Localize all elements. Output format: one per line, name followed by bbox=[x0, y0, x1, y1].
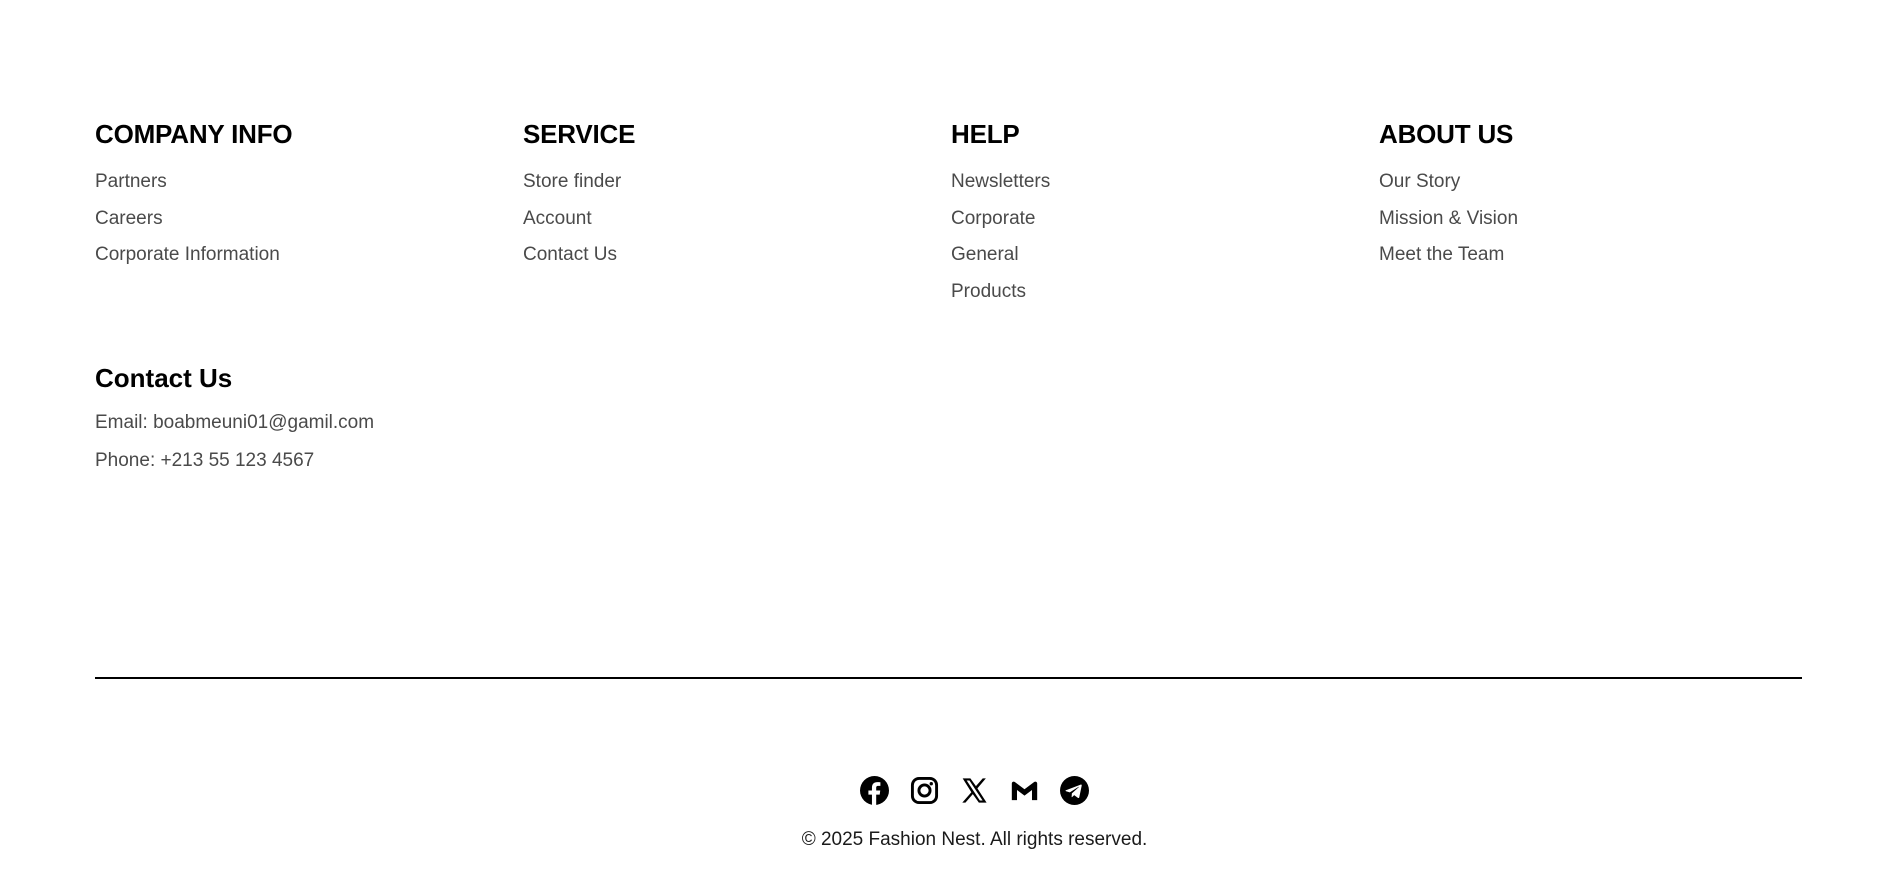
list-item: Careers bbox=[95, 201, 523, 238]
link-list: Our Story Mission & Vision Meet the Team bbox=[1379, 164, 1807, 274]
link-newsletters[interactable]: Newsletters bbox=[951, 171, 1050, 192]
column-service: SERVICE Store finder Account Contact Us bbox=[523, 118, 951, 310]
column-heading: SERVICE bbox=[523, 119, 636, 149]
contact-section: Contact Us Email: boabmeuni01@gamil.com … bbox=[95, 362, 374, 480]
column-company-info: COMPANY INFO Partners Careers Corporate … bbox=[95, 118, 523, 310]
social-links bbox=[0, 776, 1891, 805]
column-heading: ABOUT US bbox=[1379, 119, 1514, 149]
link-contact-us[interactable]: Contact Us bbox=[523, 244, 617, 265]
link-account[interactable]: Account bbox=[523, 208, 592, 229]
list-item: Products bbox=[951, 274, 1379, 311]
contact-phone: Phone: +213 55 123 4567 bbox=[95, 450, 315, 471]
contact-email: Email: boabmeuni01@gamil.com bbox=[95, 412, 375, 433]
list-item: Newsletters bbox=[951, 164, 1379, 201]
list-item: General bbox=[951, 237, 1379, 274]
telegram-icon[interactable] bbox=[1060, 776, 1089, 805]
link-store-finder[interactable]: Store finder bbox=[523, 171, 621, 192]
footer-divider bbox=[95, 677, 1802, 679]
link-list: Newsletters Corporate General Products bbox=[951, 164, 1379, 310]
link-general[interactable]: General bbox=[951, 244, 1019, 265]
list-item: Mission & Vision bbox=[1379, 201, 1807, 238]
instagram-icon[interactable] bbox=[910, 776, 939, 805]
link-our-story[interactable]: Our Story bbox=[1379, 171, 1460, 192]
gmail-icon[interactable] bbox=[1010, 776, 1039, 805]
link-list: Partners Careers Corporate Information bbox=[95, 164, 523, 274]
column-help: HELP Newsletters Corporate General Produ… bbox=[951, 118, 1379, 310]
link-corporate[interactable]: Corporate bbox=[951, 208, 1036, 229]
list-item: Corporate Information bbox=[95, 237, 523, 274]
column-heading: COMPANY INFO bbox=[95, 119, 293, 149]
list-item: Partners bbox=[95, 164, 523, 201]
list-item: Our Story bbox=[1379, 164, 1807, 201]
link-list: Store finder Account Contact Us bbox=[523, 164, 951, 274]
link-mission-vision[interactable]: Mission & Vision bbox=[1379, 208, 1518, 229]
link-meet-the-team[interactable]: Meet the Team bbox=[1379, 244, 1504, 265]
list-item: Meet the Team bbox=[1379, 237, 1807, 274]
link-products[interactable]: Products bbox=[951, 281, 1026, 302]
footer-columns: COMPANY INFO Partners Careers Corporate … bbox=[95, 118, 1807, 310]
list-item: Corporate bbox=[951, 201, 1379, 238]
facebook-icon[interactable] bbox=[860, 776, 889, 805]
contact-heading: Contact Us bbox=[95, 363, 233, 393]
link-corporate-information[interactable]: Corporate Information bbox=[95, 244, 280, 265]
link-careers[interactable]: Careers bbox=[95, 208, 163, 229]
site-footer: COMPANY INFO Partners Careers Corporate … bbox=[0, 0, 1891, 886]
copyright-text: © 2025 Fashion Nest. All rights reserved… bbox=[801, 829, 1148, 850]
list-item: Store finder bbox=[523, 164, 951, 201]
list-item: Contact Us bbox=[523, 237, 951, 274]
column-heading: HELP bbox=[951, 119, 1020, 149]
link-partners[interactable]: Partners bbox=[95, 171, 167, 192]
list-item: Account bbox=[523, 201, 951, 238]
x-icon[interactable] bbox=[960, 776, 989, 805]
column-about-us: ABOUT US Our Story Mission & Vision Meet… bbox=[1379, 118, 1807, 310]
